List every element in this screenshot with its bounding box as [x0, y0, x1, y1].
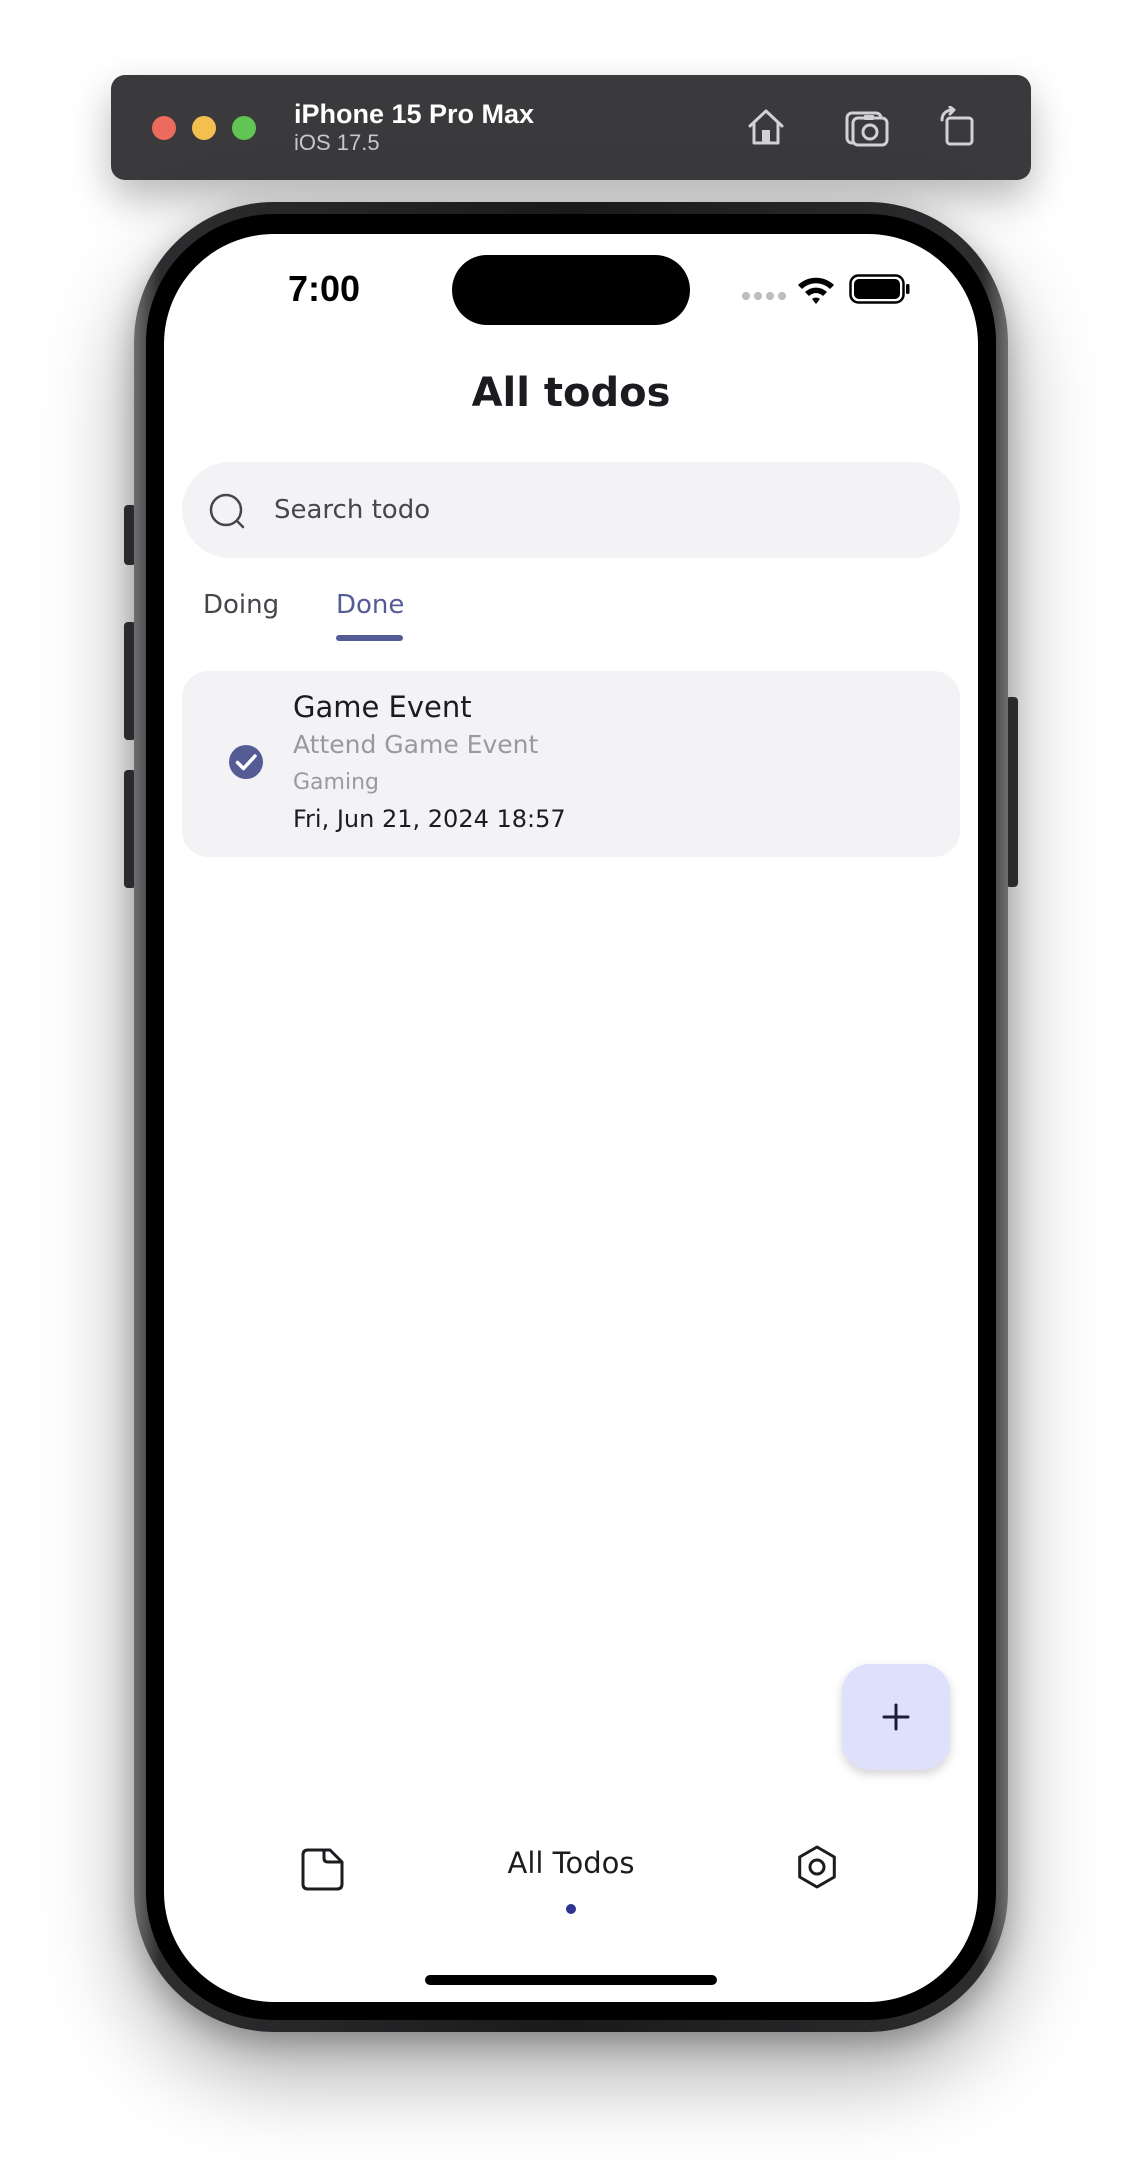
- todo-title: Game Event: [293, 690, 472, 724]
- wifi-icon: [798, 277, 834, 304]
- nav-all-todos[interactable]: All Todos: [421, 1846, 721, 1880]
- checked-circle-icon[interactable]: [228, 744, 264, 780]
- dynamic-island: [452, 255, 690, 325]
- todo-category: Gaming: [293, 770, 379, 795]
- home-indicator: [425, 1975, 717, 1985]
- close-window-button[interactable]: [152, 116, 176, 140]
- tab-doing[interactable]: Doing: [203, 590, 279, 620]
- search-input[interactable]: [274, 486, 914, 534]
- folder-icon[interactable]: [300, 1846, 346, 1892]
- phone-screen: 7:00 All todos Doing Done Game Event Att…: [164, 234, 978, 2002]
- screenshot-button[interactable]: [840, 100, 894, 154]
- search-bar[interactable]: [182, 462, 960, 558]
- home-button[interactable]: [739, 100, 793, 154]
- rotate-button[interactable]: [931, 100, 985, 154]
- page-title: All todos: [471, 370, 671, 416]
- add-todo-button[interactable]: [842, 1664, 950, 1770]
- home-icon: [748, 109, 784, 145]
- camera-icon: [845, 111, 889, 147]
- tab-indicator: [336, 635, 403, 641]
- zoom-window-button[interactable]: [232, 116, 256, 140]
- status-time: 7:00: [287, 268, 361, 309]
- search-icon: [209, 493, 245, 529]
- todo-datetime: Fri, Jun 21, 2024 18:57: [293, 805, 566, 833]
- nav-active-dot: [566, 1904, 576, 1914]
- rotate-icon: [940, 106, 974, 146]
- battery-icon: [849, 274, 910, 304]
- todo-description: Attend Game Event: [293, 730, 539, 759]
- os-version: iOS 17.5: [294, 130, 380, 155]
- settings-icon[interactable]: [794, 1844, 840, 1890]
- todo-item[interactable]: Game Event Attend Game Event Gaming Fri,…: [182, 671, 960, 857]
- plus-icon: [882, 1703, 910, 1731]
- cellular-signal-icon: [742, 292, 786, 300]
- tab-done[interactable]: Done: [336, 590, 404, 620]
- device-name: iPhone 15 Pro Max: [294, 99, 535, 129]
- minimize-window-button[interactable]: [192, 116, 216, 140]
